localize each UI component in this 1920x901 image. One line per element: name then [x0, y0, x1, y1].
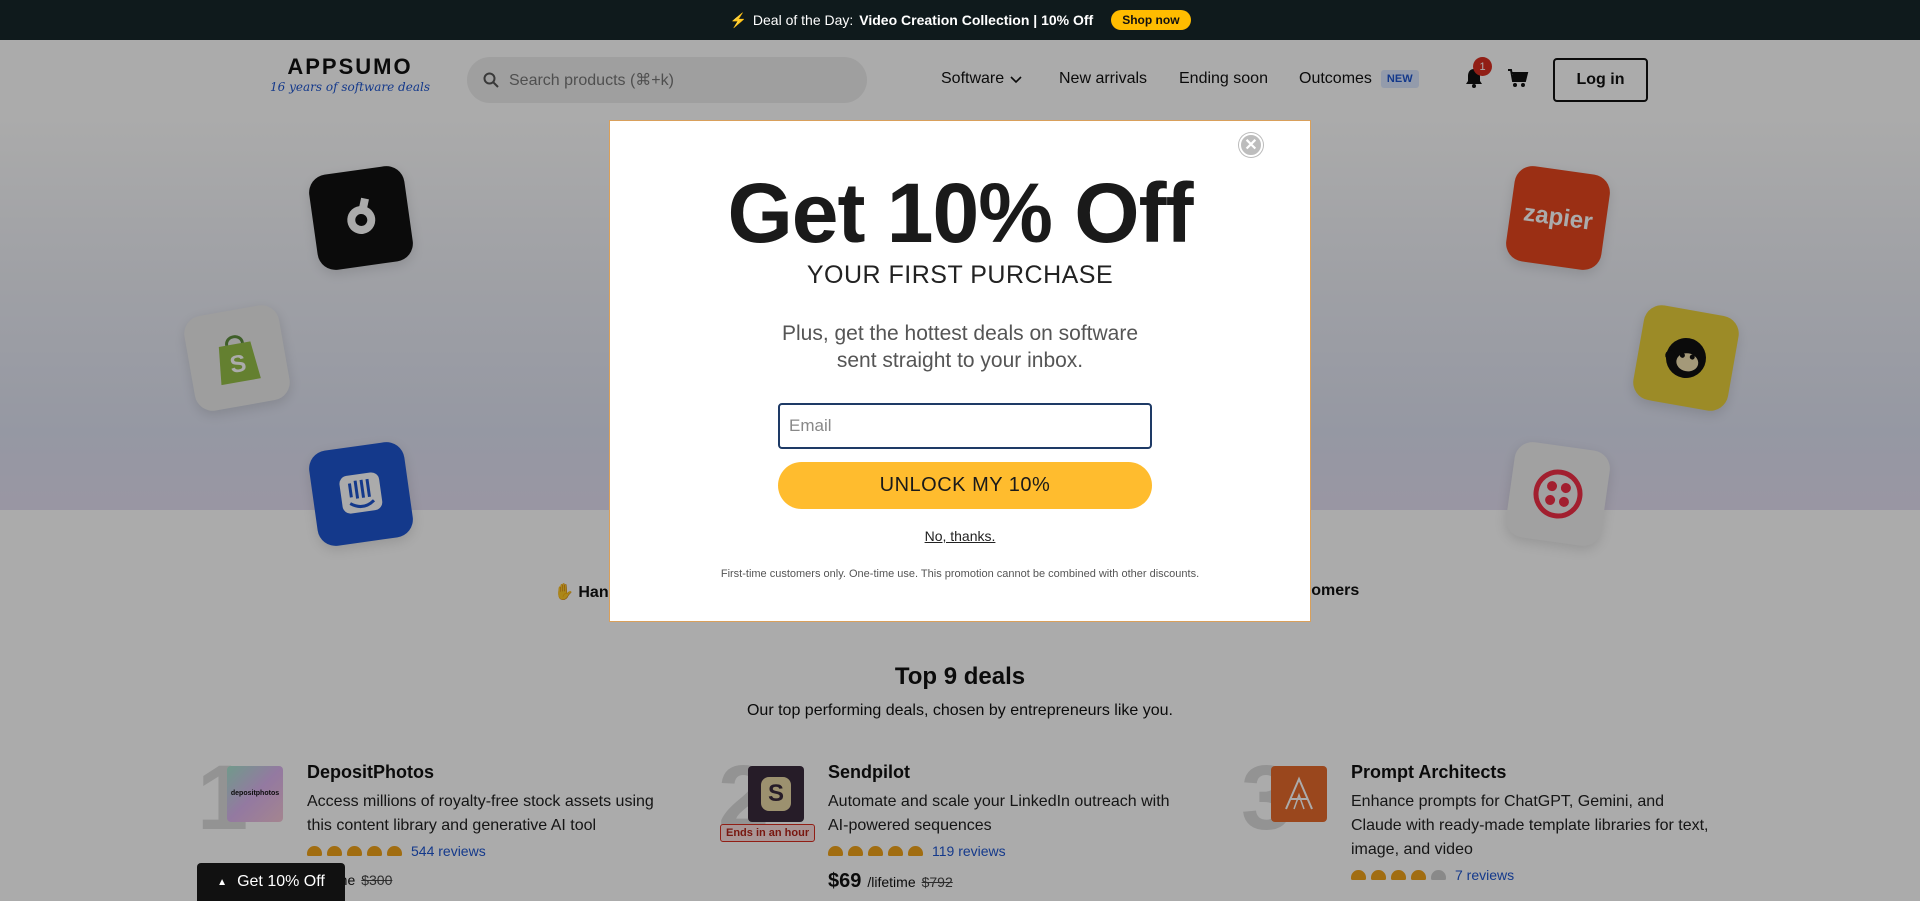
modal-title: Get 10% Off [727, 166, 1193, 260]
lightning-icon: ⚡ [729, 11, 747, 28]
discount-modal: ✕ Get 10% Off YOUR FIRST PURCHASE Plus, … [609, 120, 1311, 622]
promo-highlight: Video Creation Collection | 10% Off [859, 12, 1094, 28]
unlock-button[interactable]: UNLOCK MY 10% [778, 462, 1152, 509]
caret-up-icon: ▲ [217, 876, 228, 888]
modal-fine-print: First-time customers only. One-time use.… [720, 568, 1200, 580]
modal-body: Plus, get the hottest deals on software … [781, 322, 1139, 372]
get-10-off-tab[interactable]: ▲ Get 10% Off [197, 863, 345, 901]
email-field[interactable] [778, 403, 1152, 449]
modal-subtitle: YOUR FIRST PURCHASE [806, 261, 1114, 289]
close-icon[interactable]: ✕ [1239, 133, 1263, 157]
promo-bar: ⚡ Deal of the Day: Video Creation Collec… [0, 0, 1920, 40]
get-10-off-label: Get 10% Off [237, 873, 325, 890]
promo-prefix: Deal of the Day: [752, 12, 854, 28]
no-thanks-link[interactable]: No, thanks. [610, 528, 1310, 544]
shop-now-button[interactable]: Shop now [1111, 10, 1191, 30]
